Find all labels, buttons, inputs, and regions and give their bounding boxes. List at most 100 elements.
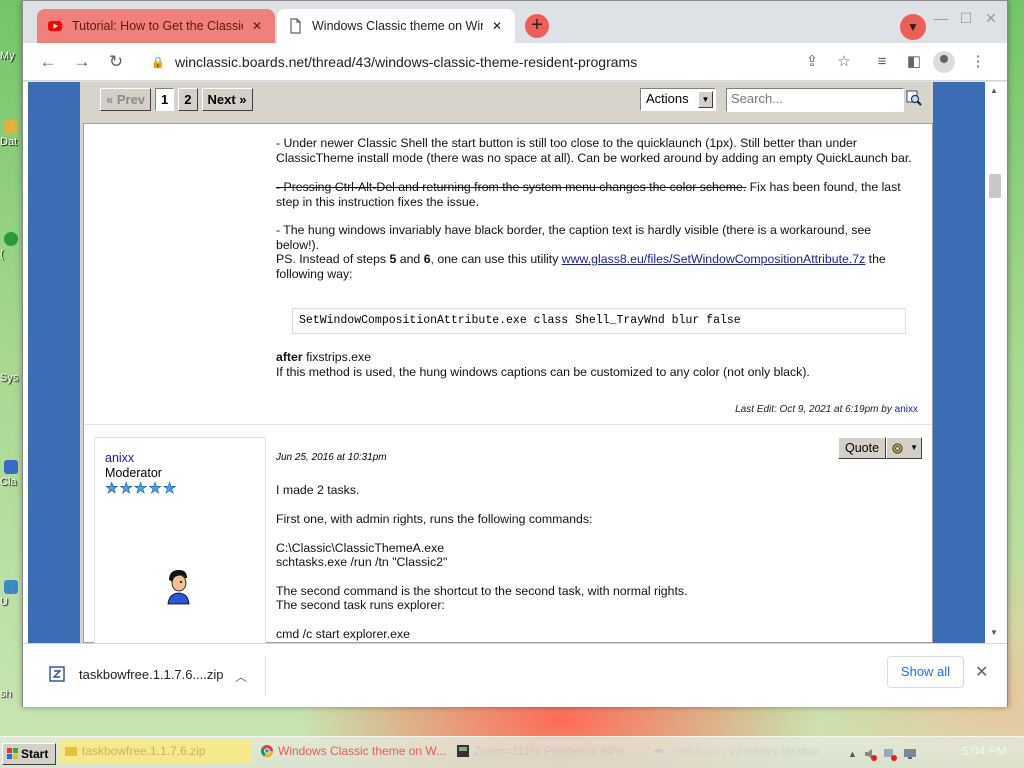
desktop-icon-u[interactable]: U (0, 580, 24, 616)
close-window-button[interactable]: ✕ (980, 10, 1002, 27)
app-icon (4, 580, 18, 594)
author-avatar (167, 570, 190, 605)
chevron-down-icon: ▼ (907, 20, 919, 34)
taskbar-button-chrome[interactable]: Windows Classic theme on W... (256, 740, 448, 764)
scroll-down-icon[interactable]: ▼ (990, 628, 998, 637)
speaker-muted-icon[interactable] (863, 747, 877, 761)
lock-icon: 🔒 (151, 56, 165, 69)
quote-button[interactable]: Quote (838, 437, 887, 459)
forward-button[interactable]: → (71, 51, 93, 73)
close-icon[interactable]: ✕ (975, 662, 988, 682)
taskbar-button-zoom[interactable]: Zoom=111% Pockemul:94% ... (452, 740, 644, 764)
minimize-button[interactable]: — (930, 10, 952, 26)
reload-button[interactable]: ↻ (105, 51, 127, 73)
star-icon: ★ (133, 480, 148, 497)
browser-toolbar: ← → ↻ 🔒 winclassic.boards.net/thread/43/… (23, 43, 1007, 81)
address-bar[interactable]: 🔒 winclassic.boards.net/thread/43/window… (141, 48, 863, 76)
page-viewport[interactable]: « Prev 1 2 Next » Actions ▼ Search... - … (23, 82, 1007, 643)
taskbar-button-taskbow[interactable]: TaskBow - Windows taskbar (648, 740, 840, 764)
desktop-icon-dat[interactable]: Dat (0, 120, 24, 156)
post-paragraph: after fixstrips.exe (276, 350, 916, 365)
last-edit-note: Last Edit: Oct 9, 2021 at 6:19pm by anix… (735, 404, 918, 415)
post-text: fixstrips.exe (302, 350, 371, 364)
gear-icon (892, 443, 903, 454)
taskbar-button-zip[interactable]: taskbowfree.1.1.7.6.zip (60, 740, 252, 764)
chevron-down-icon: ▼ (698, 91, 713, 108)
desktop-icon-sys[interactable]: Sys (0, 372, 24, 408)
post-text: , one can use this utility (430, 252, 562, 266)
desktop-icon-label: My (0, 50, 15, 62)
post-text: and (396, 252, 424, 266)
page-1-button[interactable]: 1 (155, 88, 175, 111)
app-icon (4, 460, 18, 474)
vertical-scrollbar[interactable]: ▲ ▼ (985, 82, 1007, 643)
bold-text: 6 (423, 252, 431, 266)
new-tab-button[interactable]: + (525, 14, 549, 38)
scrollbar-thumb[interactable] (989, 174, 1001, 198)
desktop-icon-label: ( (0, 248, 4, 260)
post-line: cmd /c start explorer.exe (276, 627, 410, 641)
tab-strip: Tutorial: How to Get the Classic T ✕ Win… (23, 1, 1007, 43)
taskbar-button-label: Windows Classic theme on W... (278, 744, 447, 758)
chevron-down-icon: ▼ (910, 443, 918, 452)
post-line: The second command is the shortcut to th… (276, 584, 688, 598)
next-page-button[interactable]: Next » (201, 88, 253, 111)
monitor-icon[interactable] (903, 747, 917, 761)
desktop-icon-sh[interactable]: sh (0, 688, 24, 724)
forum-content: « Prev 1 2 Next » Actions ▼ Search... - … (80, 82, 933, 643)
close-icon[interactable]: ✕ (249, 18, 265, 34)
post-line: The second task runs explorer: (276, 598, 445, 612)
utility-link[interactable]: www.glass8.eu/files/SetWindowComposition… (562, 252, 865, 266)
last-edit-user-link[interactable]: anixx (895, 404, 918, 415)
scroll-up-icon[interactable]: ▲ (990, 86, 998, 95)
page-2-button[interactable]: 2 (178, 88, 198, 111)
bold-text: after (276, 350, 303, 364)
desktop-icon-label: Cla (0, 476, 17, 488)
share-icon[interactable]: ⇪ (801, 51, 823, 73)
prev-page-button[interactable]: « Prev (100, 88, 152, 111)
search-input[interactable]: Search... (726, 88, 904, 112)
back-button[interactable]: ← (37, 51, 59, 73)
star-icon: ★ (162, 480, 177, 497)
bookmark-star-icon[interactable]: ☆ (833, 51, 855, 73)
post-options-menu[interactable]: ▼ (886, 437, 922, 459)
network-error-icon[interactable] (883, 747, 897, 761)
desktop-icon-cla[interactable]: Cla (0, 460, 24, 496)
author-role: Moderator (105, 466, 162, 480)
more-menu-icon[interactable]: ⋮ (967, 51, 989, 73)
desktop-icon-my[interactable]: My (0, 50, 24, 86)
tab-windows-classic[interactable]: Windows Classic theme on Wind ✕ (277, 9, 515, 43)
author-username-link[interactable]: anixx (105, 451, 134, 465)
taskbar-button-label: taskbowfree.1.1.7.6.zip (82, 744, 206, 758)
post-paragraph: - The hung windows invariably have black… (276, 223, 872, 252)
desktop-icon-label: U (0, 596, 8, 608)
tab-search-button[interactable]: ▼ (900, 14, 926, 40)
taskbar-button-label: TaskBow - Windows taskbar (670, 744, 821, 758)
media-playlist-icon[interactable]: ≡ (871, 51, 893, 73)
post-divider (84, 424, 932, 425)
actions-label: Actions (646, 91, 689, 106)
download-item[interactable]: taskbowfree.1.1.7.6....zip (49, 666, 224, 682)
tab-youtube-tutorial[interactable]: Tutorial: How to Get the Classic T ✕ (37, 9, 275, 43)
clock[interactable]: 5:04 PM (962, 744, 1007, 758)
taskbar-button-label: Zoom=111% Pockemul:94% ... (474, 744, 638, 758)
taskbow-icon (655, 749, 663, 753)
actions-select[interactable]: Actions ▼ (640, 88, 716, 111)
pagination: « Prev 1 2 Next » (100, 88, 253, 112)
close-icon[interactable]: ✕ (489, 18, 505, 34)
profile-avatar[interactable] (933, 51, 955, 73)
search-icon[interactable] (906, 90, 922, 106)
app-icon (4, 232, 18, 246)
chevron-up-icon[interactable]: ︿ (235, 668, 247, 685)
start-button[interactable]: Start (2, 743, 56, 765)
code-block: SetWindowCompositionAttribute.exe class … (292, 308, 906, 334)
maximize-button[interactable]: ☐ (955, 10, 977, 27)
post-paragraph: If this method is used, the hung windows… (276, 365, 810, 379)
side-panel-icon[interactable]: ◧ (903, 51, 925, 73)
desktop-icon-3[interactable]: ( (0, 232, 24, 268)
star-icon: ★ (119, 480, 133, 497)
show-all-button[interactable]: Show all (887, 656, 964, 688)
tray-expand-icon[interactable]: ▲ (848, 749, 857, 759)
post-line: I made 2 tasks. (276, 483, 360, 497)
post-date: Jun 25, 2016 at 10:31pm (276, 452, 387, 463)
